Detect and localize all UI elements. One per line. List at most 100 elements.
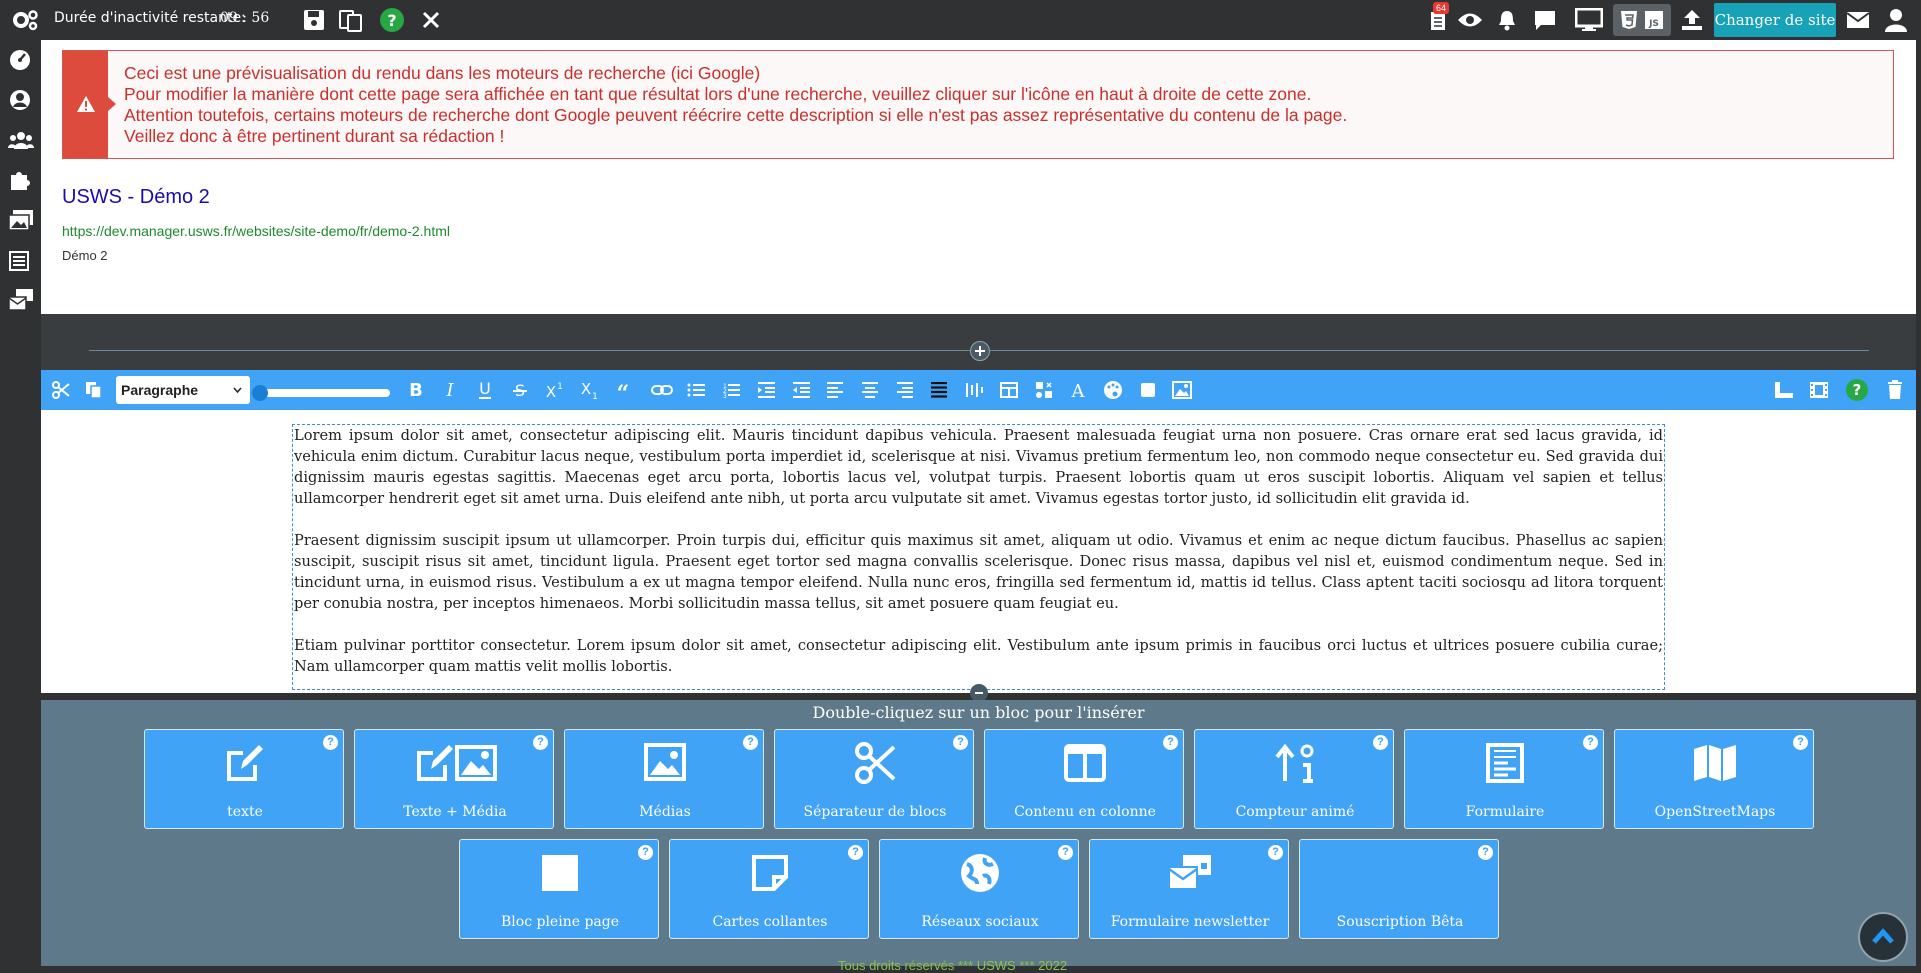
format-select[interactable]: Paragraphe: [116, 376, 250, 404]
js-icon[interactable]: JS: [1644, 10, 1664, 30]
users-icon[interactable]: [8, 128, 34, 152]
block-openstreetmaps[interactable]: OpenStreetMaps ?: [1614, 729, 1814, 829]
counter-icon: [1195, 738, 1395, 788]
block-help-icon[interactable]: ?: [1841, 370, 1873, 410]
question-icon[interactable]: ?: [953, 735, 968, 750]
strikethrough-icon[interactable]: S: [505, 370, 535, 410]
text-block[interactable]: Lorem ipsum dolor sit amet, consectetur …: [292, 424, 1665, 690]
user-icon[interactable]: [1880, 4, 1912, 36]
mail-bulk-icon[interactable]: [8, 288, 33, 312]
scroll-to-top-button[interactable]: [1858, 912, 1908, 962]
serp-description: Démo 2: [62, 248, 108, 263]
subscript-icon[interactable]: X1: [574, 370, 604, 410]
idle-timer: 09 : 56: [220, 10, 270, 26]
gears-icon[interactable]: [8, 4, 42, 36]
block-compteur[interactable]: Compteur animé ?: [1194, 729, 1394, 829]
mail-icon[interactable]: [1842, 4, 1874, 36]
paragraph[interactable]: Etiam pulvinar porttitor consectetur. Lo…: [293, 635, 1664, 677]
svg-text:JS: JS: [1648, 19, 1659, 29]
images-icon[interactable]: [8, 208, 33, 232]
italic-icon[interactable]: I: [435, 370, 465, 410]
question-icon[interactable]: ?: [1268, 845, 1283, 860]
table-icon[interactable]: [994, 370, 1024, 410]
block-separateur[interactable]: Séparateur de blocs ?: [774, 729, 974, 829]
user-circle-icon[interactable]: [8, 88, 32, 112]
ruler-icon[interactable]: [1768, 370, 1800, 410]
block-contenu-colonne[interactable]: Contenu en colonne ?: [984, 729, 1184, 829]
svg-text:X: X: [581, 380, 591, 398]
vertical-align-icon[interactable]: [959, 370, 989, 410]
desktop-icon[interactable]: [1572, 4, 1606, 36]
chat-icon[interactable]: [1530, 4, 1560, 36]
question-icon[interactable]: ?: [1478, 845, 1493, 860]
align-right-icon[interactable]: [890, 370, 920, 410]
link-icon[interactable]: [646, 370, 678, 410]
paragraph[interactable]: Lorem ipsum dolor sit amet, consectetur …: [293, 425, 1664, 509]
paragraph[interactable]: Praesent dignissim suscipit ipsum ut ull…: [293, 530, 1664, 614]
dashboard-icon[interactable]: [8, 48, 32, 72]
question-icon[interactable]: ?: [1583, 735, 1598, 750]
question-icon[interactable]: ?: [1373, 735, 1388, 750]
film-icon[interactable]: [1803, 370, 1835, 410]
block-texte[interactable]: texte ?: [144, 729, 344, 829]
eye-icon[interactable]: [1455, 4, 1485, 36]
block-souscription-beta[interactable]: Souscription Bêta ?: [1299, 839, 1499, 939]
block-pleine-page[interactable]: Bloc pleine page ?: [459, 839, 659, 939]
seo-preview: Ceci est une prévisualisation du rendu d…: [41, 40, 1916, 314]
help-icon[interactable]: ?: [377, 4, 407, 36]
upload-icon[interactable]: [1677, 4, 1707, 36]
block-label: Souscription Bêta: [1336, 914, 1464, 930]
copy-block-icon[interactable]: [78, 370, 110, 410]
block-label: Médias: [639, 804, 691, 820]
sticky-note-icon: [670, 848, 870, 898]
columns-icon: [985, 738, 1185, 788]
size-slider[interactable]: [252, 385, 390, 401]
align-justify-icon[interactable]: [924, 370, 954, 410]
block-label: Compteur animé: [1235, 804, 1355, 820]
close-icon[interactable]: [418, 4, 444, 36]
html5-icon[interactable]: [1620, 10, 1638, 30]
change-site-button[interactable]: Changer de site: [1714, 3, 1836, 37]
copy-icon[interactable]: [336, 4, 366, 36]
outdent-icon[interactable]: [786, 370, 816, 410]
serp-title[interactable]: USWS - Démo 2: [62, 186, 210, 209]
block-formulaire[interactable]: Formulaire ?: [1404, 729, 1604, 829]
block-texte-media[interactable]: Texte + Média ?: [354, 729, 554, 829]
chevron-down-icon: [233, 387, 242, 393]
quote-icon[interactable]: “: [608, 370, 638, 410]
question-icon[interactable]: ?: [1058, 845, 1073, 860]
image-icon[interactable]: [1167, 370, 1197, 410]
block-cartes-collantes[interactable]: Cartes collantes ?: [669, 839, 869, 939]
save-icon[interactable]: [300, 4, 328, 36]
question-icon[interactable]: ?: [743, 735, 758, 750]
block-medias[interactable]: Médias ?: [564, 729, 764, 829]
underline-icon[interactable]: U: [470, 370, 500, 410]
question-icon[interactable]: ?: [638, 845, 653, 860]
indent-icon[interactable]: [751, 370, 781, 410]
numbered-list-icon[interactable]: 123: [716, 370, 746, 410]
question-icon[interactable]: ?: [1793, 735, 1808, 750]
font-color-icon[interactable]: A: [1063, 370, 1093, 410]
superscript-icon[interactable]: X1: [539, 370, 569, 410]
block-label: texte: [227, 804, 263, 820]
slider-handle[interactable]: [252, 385, 268, 401]
question-icon[interactable]: ?: [848, 845, 863, 860]
question-icon[interactable]: ?: [323, 735, 338, 750]
bullet-list-icon[interactable]: [681, 370, 711, 410]
palette-icon[interactable]: [1098, 370, 1128, 410]
block-formulaire-newsletter[interactable]: Formulaire newsletter ?: [1089, 839, 1289, 939]
list-icon[interactable]: [8, 250, 32, 274]
block-reseaux-sociaux[interactable]: Réseaux sociaux ?: [879, 839, 1079, 939]
bell-icon[interactable]: [1494, 4, 1520, 36]
question-icon[interactable]: ?: [1163, 735, 1178, 750]
trash-icon[interactable]: [1879, 370, 1911, 410]
add-block-button[interactable]: [970, 341, 990, 361]
question-icon[interactable]: ?: [533, 735, 548, 750]
magic-icon[interactable]: [1029, 370, 1059, 410]
align-center-icon[interactable]: [855, 370, 885, 410]
bold-icon[interactable]: B: [401, 370, 431, 410]
square-icon[interactable]: [1133, 370, 1163, 410]
align-left-icon[interactable]: [820, 370, 850, 410]
puzzle-icon[interactable]: [8, 168, 32, 192]
scissors-icon[interactable]: [45, 370, 77, 410]
